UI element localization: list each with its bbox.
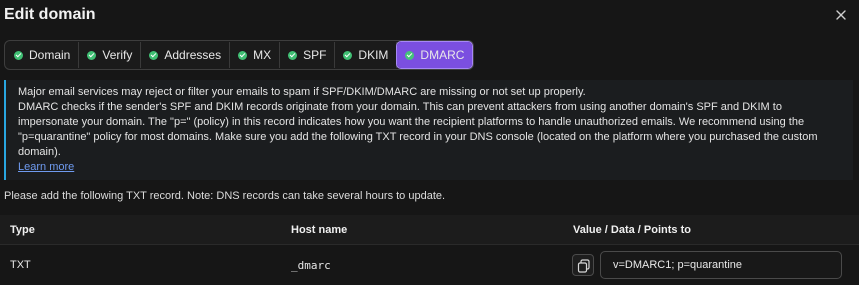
tab-label: DKIM bbox=[358, 48, 389, 62]
tab-dmarc[interactable]: DMARC bbox=[396, 41, 474, 69]
dns-note: Please add the following TXT record. Not… bbox=[4, 190, 446, 202]
record-host: _dmarc bbox=[291, 259, 331, 272]
check-circle-icon bbox=[405, 50, 415, 60]
tab-domain[interactable]: Domain bbox=[6, 42, 80, 68]
info-callout: Major email services may reject or filte… bbox=[4, 80, 853, 180]
tab-mx[interactable]: MX bbox=[230, 42, 281, 68]
learn-more-link[interactable]: Learn more bbox=[18, 161, 74, 173]
copy-button[interactable] bbox=[572, 254, 594, 276]
tab-verify[interactable]: Verify bbox=[79, 42, 142, 68]
tab-addresses[interactable]: Addresses bbox=[141, 42, 231, 68]
column-header-host: Host name bbox=[291, 224, 348, 236]
record-type: TXT bbox=[10, 259, 31, 271]
tab-label: SPF bbox=[303, 48, 327, 62]
tab-label: Verify bbox=[102, 48, 133, 62]
tab-label: Addresses bbox=[164, 48, 222, 62]
copy-icon bbox=[577, 259, 590, 273]
step-tabs: Domain Verify Addresses MX SPF DKIM DMAR… bbox=[4, 40, 475, 70]
tab-spf[interactable]: SPF bbox=[280, 42, 336, 68]
column-header-type: Type bbox=[10, 224, 35, 236]
check-circle-icon bbox=[238, 50, 248, 60]
dialog-header: Edit domain bbox=[0, 0, 859, 34]
tab-label: MX bbox=[253, 48, 272, 62]
column-header-value: Value / Data / Points to bbox=[573, 224, 691, 236]
check-circle-icon bbox=[343, 50, 353, 60]
info-warning-text: Major email services may reject or filte… bbox=[18, 86, 586, 98]
tab-label: DMARC bbox=[420, 48, 465, 62]
check-circle-icon bbox=[87, 50, 97, 60]
info-description-text: DMARC checks if the sender's SPF and DKI… bbox=[18, 101, 818, 158]
check-circle-icon bbox=[14, 50, 23, 60]
tab-label: Domain bbox=[29, 48, 71, 62]
table-row: TXT _dmarc v=DMARC1; p=quarantine bbox=[0, 246, 859, 285]
dialog-title: Edit domain bbox=[4, 6, 96, 23]
table-header: Type Host name Value / Data / Points to bbox=[0, 215, 859, 245]
record-value-field[interactable]: v=DMARC1; p=quarantine bbox=[600, 251, 842, 279]
tab-dkim[interactable]: DKIM bbox=[335, 42, 398, 68]
close-icon[interactable] bbox=[832, 6, 850, 24]
check-circle-icon bbox=[149, 50, 159, 60]
check-circle-icon bbox=[288, 50, 298, 60]
